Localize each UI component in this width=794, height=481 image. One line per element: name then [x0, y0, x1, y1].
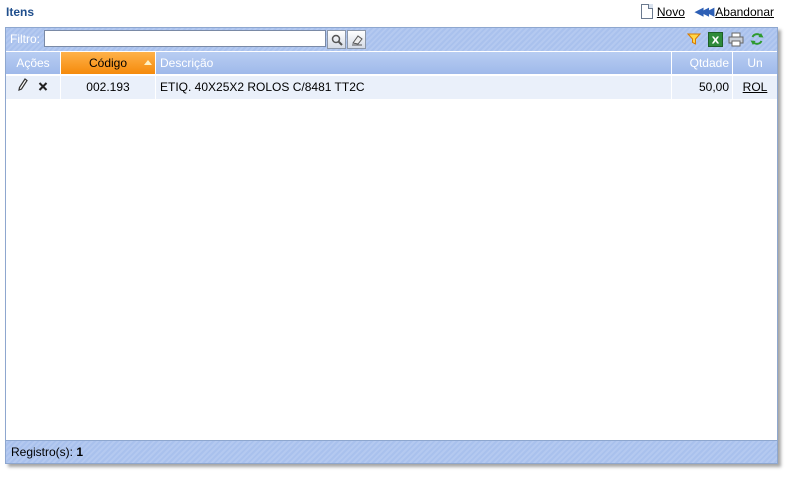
search-icon [331, 34, 343, 46]
table-row[interactable]: 002.193 ETIQ. 40X25X2 ROLOS C/8481 TT2C … [6, 76, 777, 99]
cell-qtdade: 50,00 [672, 76, 733, 99]
table-header: Ações Código Descrição Qtdade Un [6, 52, 777, 74]
svg-text:X: X [711, 35, 719, 46]
header-descricao[interactable]: Descrição [156, 52, 672, 74]
filter-bar: Filtro: X [6, 28, 777, 51]
delete-button[interactable] [38, 76, 48, 99]
funnel-icon [687, 33, 701, 45]
abandonar-link[interactable]: ◀◀◀ Abandonar [695, 5, 774, 19]
close-icon [38, 82, 48, 91]
excel-icon: X [707, 31, 723, 47]
filter-input[interactable] [44, 30, 326, 47]
printer-icon [728, 32, 744, 46]
cell-un: ROL [733, 76, 777, 99]
refresh-button[interactable] [749, 31, 765, 47]
record-count: Registro(s): 1 [11, 445, 83, 459]
header-codigo-label: Código [88, 56, 128, 70]
un-link[interactable]: ROL [743, 80, 768, 94]
novo-link[interactable]: Novo [640, 4, 685, 19]
header-codigo[interactable]: Código [61, 52, 156, 74]
header-un[interactable]: Un [733, 52, 777, 74]
page-title: Itens [6, 5, 35, 19]
filter-label: Filtro: [10, 32, 40, 46]
record-count-value: 1 [76, 445, 84, 459]
export-excel-button[interactable]: X [707, 31, 723, 47]
header-qtdade[interactable]: Qtdade [672, 52, 733, 74]
sort-ascending-icon [144, 60, 152, 65]
cell-descricao: ETIQ. 40X25X2 ROLOS C/8481 TT2C [156, 76, 672, 99]
print-button[interactable] [728, 31, 744, 47]
edit-button[interactable] [18, 76, 28, 99]
filter-button[interactable] [686, 31, 702, 47]
eraser-icon [351, 34, 363, 45]
clear-filter-button[interactable] [347, 30, 366, 49]
rewind-icon: ◀◀◀ [694, 6, 714, 18]
toolbar-icons: X [686, 31, 765, 47]
status-footer: Registro(s): 1 [6, 440, 777, 463]
search-button[interactable] [327, 30, 346, 49]
items-panel: Filtro: X Ações Código Descrição Qtdade … [5, 27, 778, 464]
cell-codigo: 002.193 [61, 76, 156, 99]
pencil-icon [18, 78, 28, 91]
header-acoes[interactable]: Ações [6, 52, 61, 74]
top-actions: Novo ◀◀◀ Abandonar [640, 4, 774, 19]
novo-label[interactable]: Novo [657, 5, 685, 19]
row-actions [6, 76, 61, 99]
new-document-icon [640, 4, 653, 19]
abandonar-label[interactable]: Abandonar [715, 5, 774, 19]
record-count-label: Registro(s): [11, 445, 74, 459]
refresh-icon [750, 33, 764, 45]
